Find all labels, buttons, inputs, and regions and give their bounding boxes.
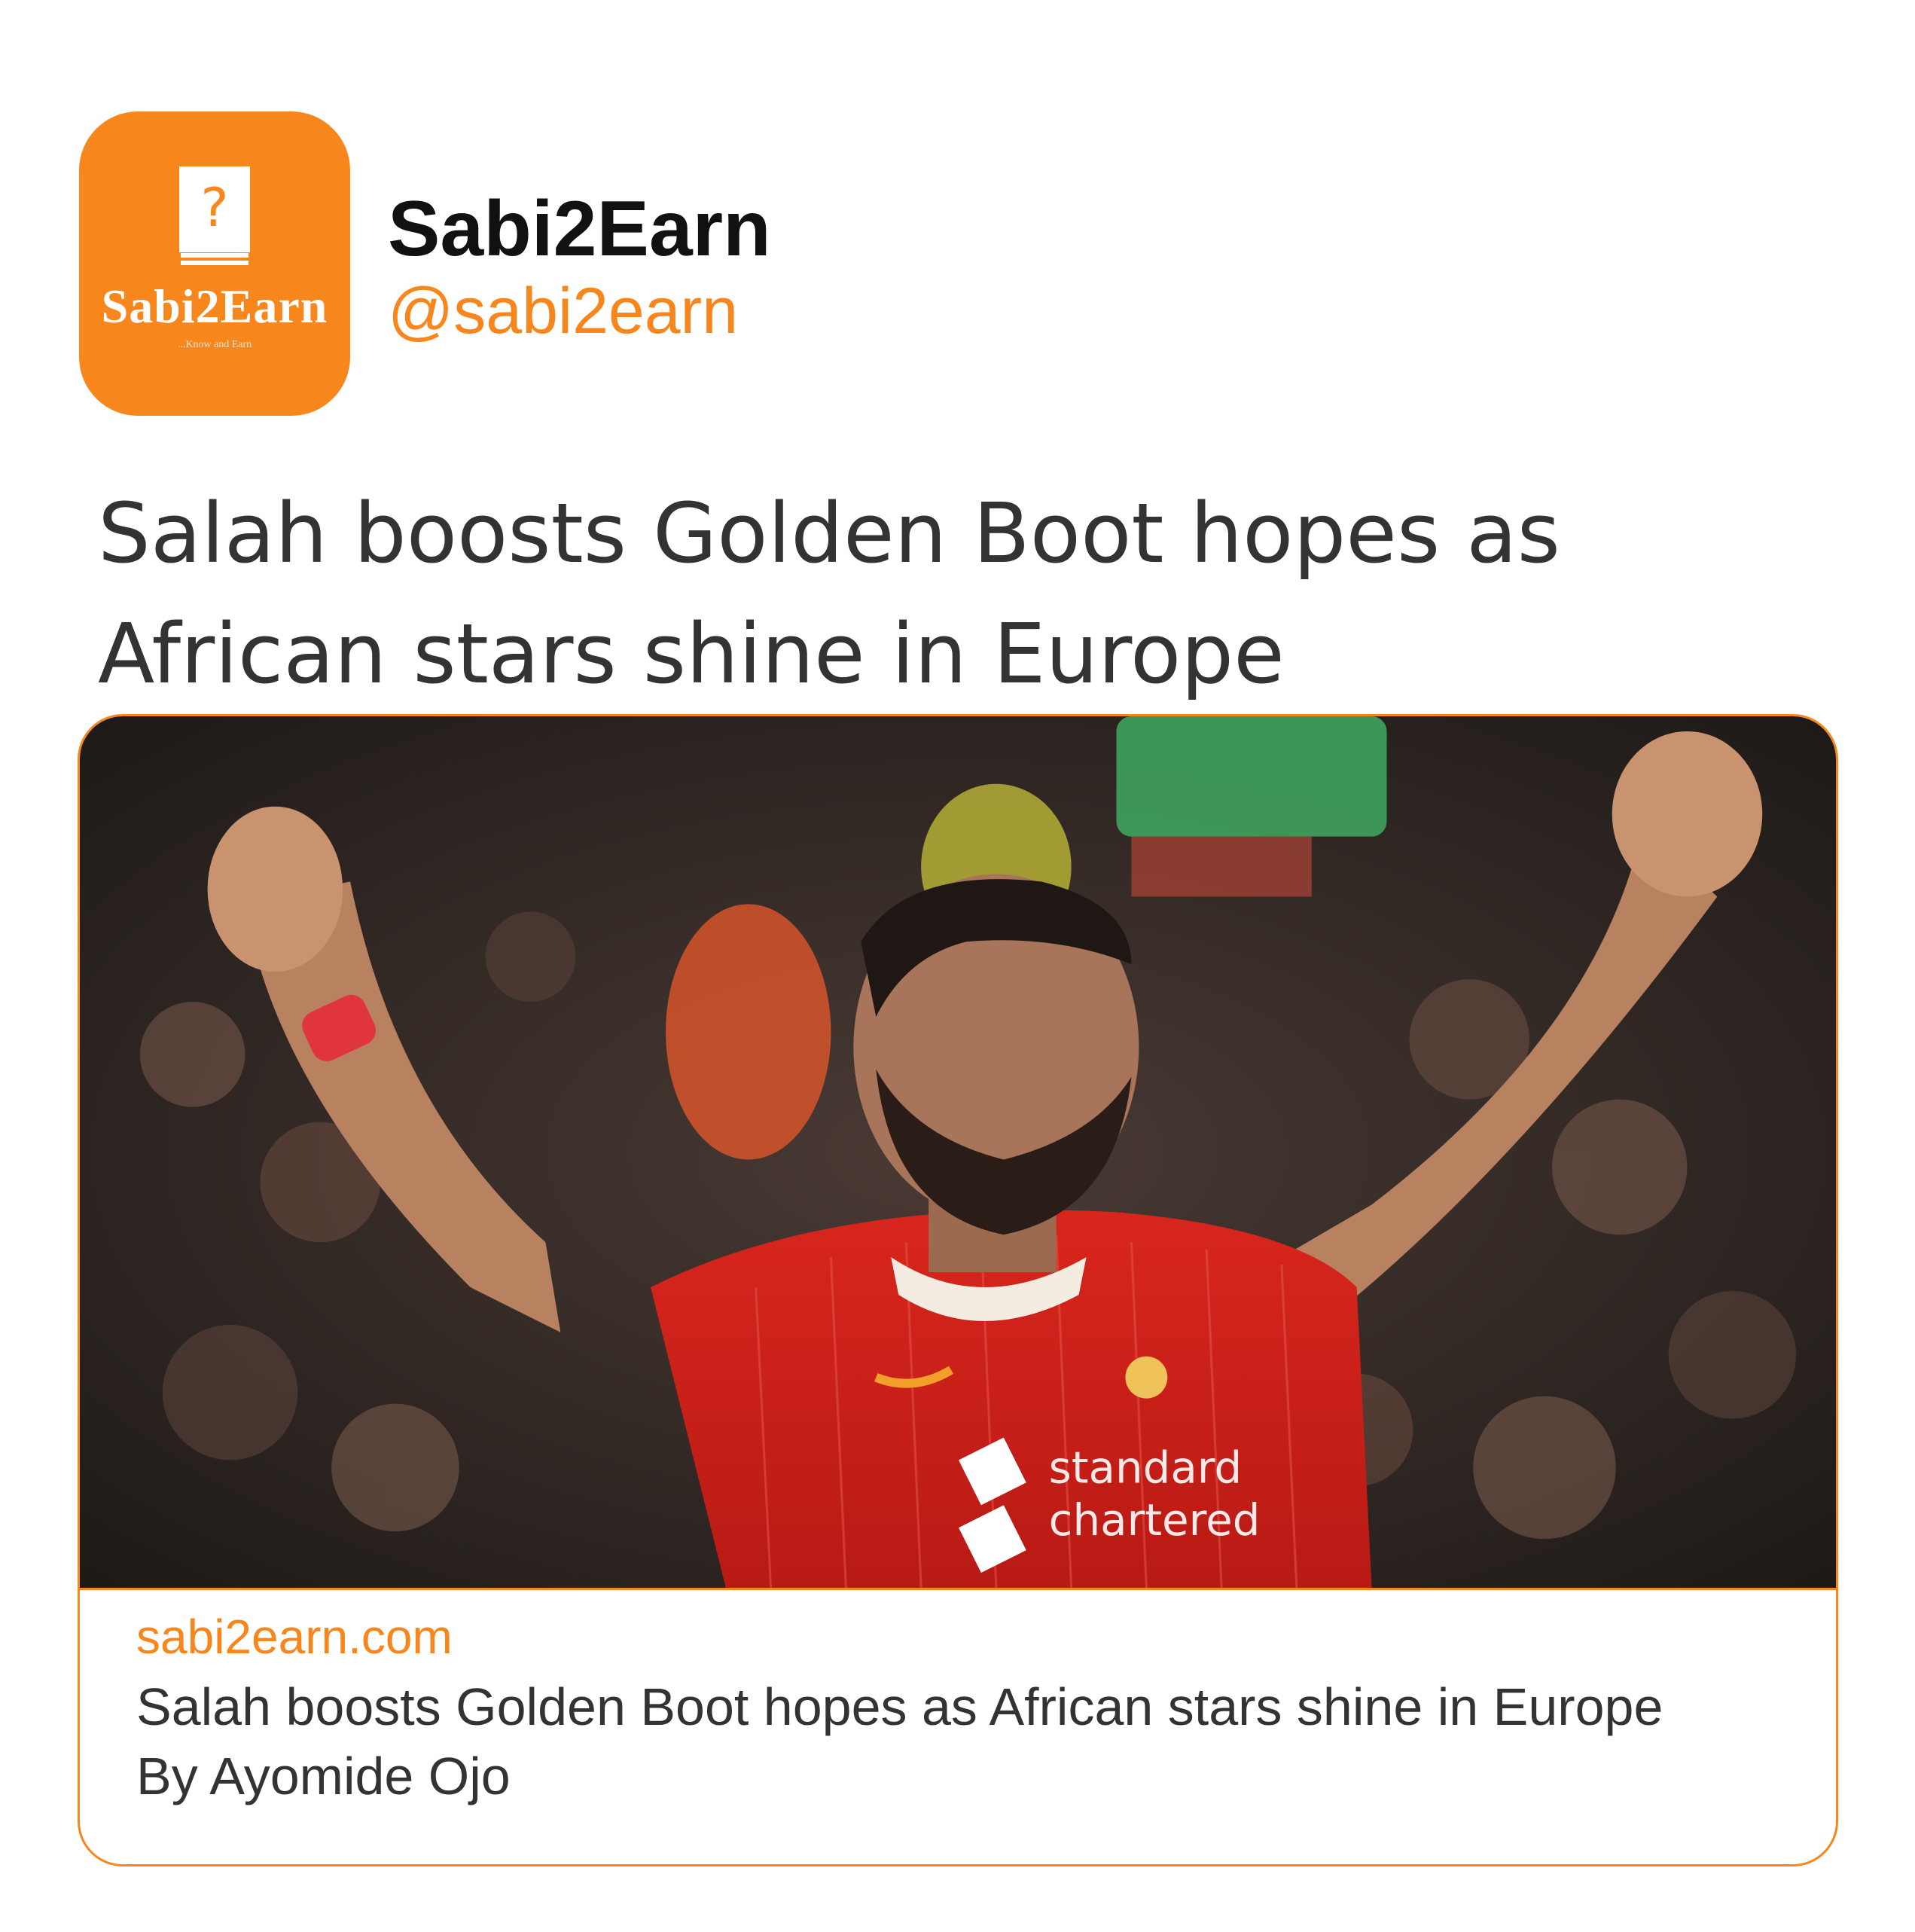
card-byline: By Ayomide Ojo xyxy=(136,1747,511,1805)
svg-text:?: ? xyxy=(200,177,228,239)
account-avatar[interactable]: ? Sabi2Earn ...Know and Earn xyxy=(79,111,350,416)
avatar-tagline: ...Know and Earn xyxy=(177,339,252,350)
player-celebration-image: standard chartered xyxy=(80,716,1836,1588)
account-handle[interactable]: @sabi2earn xyxy=(388,279,738,343)
sponsor-text-2: chartered xyxy=(1049,1494,1261,1546)
post-headline: Salah boosts Golden Boot hopes as Africa… xyxy=(98,485,1560,702)
avatar-logo-text: Sabi2Earn xyxy=(101,279,328,333)
card-title[interactable]: Salah boosts Golden Boot hopes as Africa… xyxy=(136,1680,1663,1733)
link-preview-card[interactable]: standard chartered sabi2earn.com Salah b… xyxy=(78,714,1838,1866)
account-name[interactable]: Sabi2Earn xyxy=(388,190,771,268)
card-domain[interactable]: sabi2earn.com xyxy=(136,1613,453,1661)
question-book-icon: ? xyxy=(179,166,250,265)
sponsor-text-1: standard xyxy=(1049,1442,1243,1493)
card-image[interactable]: standard chartered xyxy=(80,716,1836,1590)
